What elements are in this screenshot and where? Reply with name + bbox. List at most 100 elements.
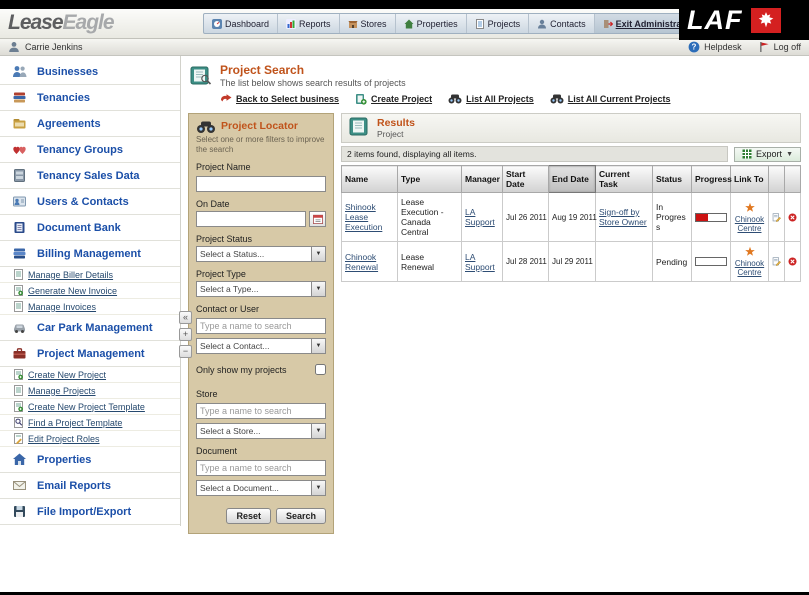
document-icon — [14, 269, 23, 280]
column-start-date[interactable]: Start Date — [502, 165, 549, 193]
sidebar-sublink-create-new-project[interactable]: Create New Project — [0, 367, 180, 383]
store-label: Store — [196, 389, 218, 399]
linked-store-icon — [734, 246, 765, 258]
manager-link[interactable]: LA Support — [465, 252, 495, 272]
only-my-projects-checkbox[interactable] — [315, 364, 326, 375]
sidebar-item-email-reports[interactable]: Email Reports — [0, 473, 180, 499]
nav-tab-contacts[interactable]: Contacts — [529, 14, 595, 33]
reset-button[interactable]: Reset — [226, 508, 271, 524]
sidebar-item-properties[interactable]: Properties — [0, 447, 180, 473]
column-end-date[interactable]: End Date — [548, 165, 596, 193]
users-contacts-icon — [12, 194, 27, 209]
column-current-task[interactable]: Current Task — [595, 165, 653, 193]
sidebar-sublink-manage-biller-details[interactable]: Manage Biller Details — [0, 267, 180, 283]
nav-tab-projects[interactable]: Projects — [467, 14, 530, 33]
nav-tab-properties[interactable]: Properties — [396, 14, 467, 33]
create-project-link[interactable]: Create Project — [355, 93, 432, 105]
car-park-icon — [12, 320, 27, 335]
sidebar-item-users-contacts[interactable]: Users & Contacts — [0, 189, 180, 215]
delete-icon[interactable] — [788, 255, 797, 268]
results-notebook-icon — [348, 117, 370, 137]
email-reports-icon — [12, 478, 27, 493]
project-management-icon — [12, 346, 27, 361]
dropdown-arrow-icon: ▼ — [311, 481, 325, 495]
delete-icon[interactable] — [788, 211, 797, 224]
shrink-button[interactable]: − — [179, 345, 192, 358]
sidebar-sublink-label: Edit Project Roles — [28, 433, 100, 444]
nav-tab-stores[interactable]: Stores — [340, 14, 396, 33]
edit-icon[interactable] — [772, 255, 781, 268]
sidebar-sublink-generate-new-invoice[interactable]: Generate New Invoice — [0, 283, 180, 299]
column-type[interactable]: Type — [397, 165, 462, 193]
manager-link[interactable]: LA Support — [465, 207, 495, 227]
action-label: Back to Select business — [236, 94, 340, 104]
list-all-current-projects-link[interactable]: List All Current Projects — [550, 93, 670, 105]
binoculars-icon — [448, 94, 462, 104]
helpdesk-icon: ? — [688, 41, 700, 53]
document-search-input[interactable] — [196, 460, 326, 476]
column-manager[interactable]: Manager — [461, 165, 503, 193]
laf-logo: LAF — [687, 4, 743, 35]
sidebar-sublink-label: Create New Project Template — [28, 401, 145, 412]
nav-tab-reports[interactable]: Reports — [278, 14, 340, 33]
document-select[interactable]: Select a Document... ▼ — [196, 480, 326, 496]
sidebar-sublink-find-a-project-template[interactable]: Find a Project Template — [0, 415, 180, 431]
column-progress[interactable]: Progress — [691, 165, 732, 193]
log-off-label: Log off — [773, 42, 801, 52]
calendar-button[interactable] — [309, 211, 326, 227]
canada-flag-icon — [751, 7, 782, 33]
sidebar-item-file-import-export[interactable]: File Import/Export — [0, 499, 180, 525]
sidebar-item-businesses[interactable]: Businesses — [0, 59, 180, 85]
on-date-input[interactable] — [196, 211, 306, 227]
edit-icon[interactable] — [772, 211, 781, 224]
sidebar-sublink-label: Find a Project Template — [28, 417, 123, 428]
list-all-projects-link[interactable]: List All Projects — [448, 93, 534, 105]
tenancies-icon — [12, 90, 27, 105]
progress-bar — [695, 257, 727, 266]
nav-tab-dashboard[interactable]: Dashboard — [204, 14, 279, 33]
sidebar-item-document-bank[interactable]: Document Bank — [0, 215, 180, 241]
sidebar-item-tenancies[interactable]: Tenancies — [0, 85, 180, 111]
sidebar-sublink-create-new-project-template[interactable]: Create New Project Template — [0, 399, 180, 415]
lease-eagle-logo: LeaseEagle — [8, 11, 115, 35]
sidebar-sublink-manage-projects[interactable]: Manage Projects — [0, 383, 180, 399]
link-to-store[interactable]: Chinook Centre — [734, 259, 765, 277]
column-link-to[interactable]: Link To — [730, 165, 769, 193]
contact-select[interactable]: Select a Contact... ▼ — [196, 338, 326, 354]
contact-search-input[interactable] — [196, 318, 326, 334]
back-to-select-business-link[interactable]: Back to Select business — [220, 93, 339, 105]
sidebar-item-tenancy-sales-data[interactable]: Tenancy Sales Data — [0, 163, 180, 189]
panel-edge-controls: « + − — [179, 311, 192, 358]
project-name-input[interactable] — [196, 176, 326, 192]
document-label: Document — [196, 446, 238, 456]
sidebar-item-car-park-management[interactable]: Car Park Management — [0, 315, 180, 341]
column-name[interactable]: Name — [341, 165, 398, 193]
project-type-select[interactable]: Select a Type... ▼ — [196, 281, 326, 297]
expand-button[interactable]: + — [179, 328, 192, 341]
link-to-store[interactable]: Chinook Centre — [734, 215, 765, 233]
search-button[interactable]: Search — [275, 508, 326, 524]
collapse-sidebar-button[interactable]: « — [179, 311, 192, 324]
export-button[interactable]: Export ▼ — [734, 146, 801, 162]
properties-house-icon — [12, 452, 27, 467]
sidebar-item-project-management[interactable]: Project Management — [0, 341, 180, 367]
sidebar-item-billing-management[interactable]: Billing Management — [0, 241, 180, 267]
store-search-input[interactable] — [196, 403, 326, 419]
sidebar-sublink-edit-project-roles[interactable]: Edit Project Roles — [0, 431, 180, 447]
project-name-link[interactable]: Chinook Renewal — [345, 252, 378, 272]
agreements-icon — [12, 116, 27, 131]
helpdesk-link[interactable]: ? Helpdesk — [688, 41, 742, 53]
log-off-link[interactable]: Log off — [758, 41, 801, 53]
exit-icon — [603, 19, 613, 29]
column-status[interactable]: Status — [652, 165, 692, 193]
sidebar-sublink-manage-invoices[interactable]: Manage Invoices — [0, 299, 180, 315]
store-select[interactable]: Select a Store... ▼ — [196, 423, 326, 439]
sidebar-item-label: File Import/Export — [37, 505, 132, 518]
dropdown-arrow-icon: ▼ — [311, 282, 325, 296]
project-locator-panel: Project Locator Select one or more filte… — [188, 113, 334, 534]
project-name-link[interactable]: Shinook Lease Execution — [345, 202, 382, 232]
sidebar-item-tenancy-groups[interactable]: Tenancy Groups — [0, 137, 180, 163]
project-status-select[interactable]: Select a Status... ▼ — [196, 246, 326, 262]
current-task-link[interactable]: Sign-off by Store Owner — [599, 207, 647, 227]
sidebar-item-agreements[interactable]: Agreements — [0, 111, 180, 137]
